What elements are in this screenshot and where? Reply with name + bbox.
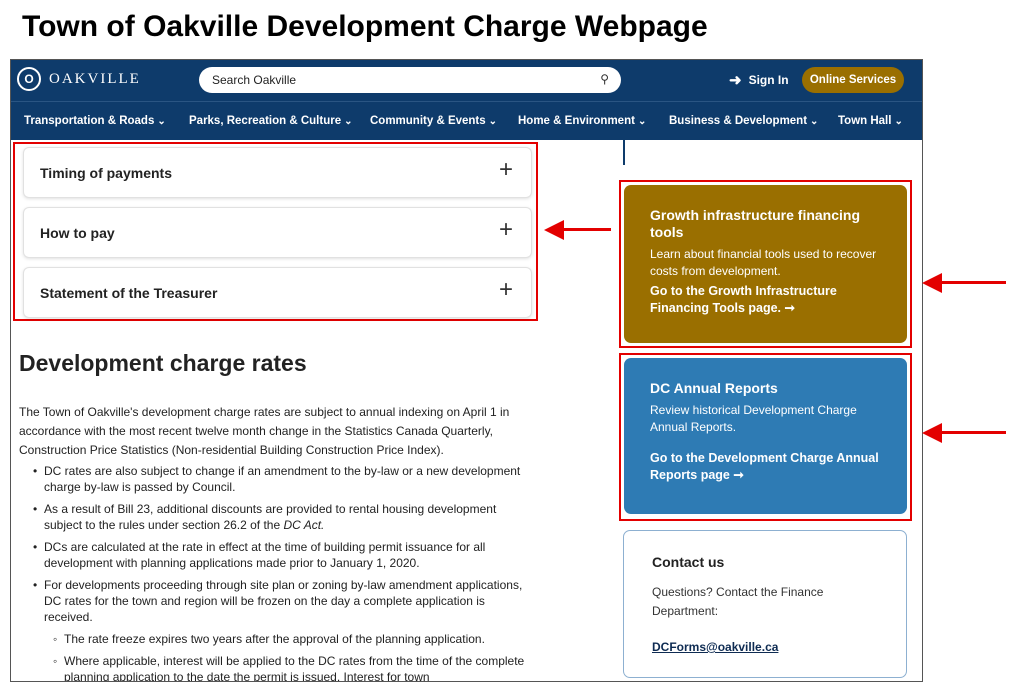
nav-label: Parks, Recreation & Culture [189,115,342,127]
sign-in-icon: ➜ [729,72,742,89]
arrow-shaft [561,228,611,231]
annotation-box-accordion: Timing of payments + How to pay + Statem… [13,142,538,321]
chevron-down-icon: ⌄ [344,116,353,127]
accordion-label: Statement of the Treasurer [40,285,218,301]
sign-in-label: Sign In [748,73,789,87]
contact-text: Questions? Contact the Finance Departmen… [652,585,824,618]
plus-icon[interactable]: + [499,216,513,244]
online-services-button[interactable]: Online Services [802,67,904,93]
sub-list-item: The rate freeze expires two years after … [19,631,529,647]
nav-business[interactable]: Business & Development ⌄ [669,115,818,127]
page: Town of Oakville Development Charge Webp… [0,0,1010,682]
search-placeholder: Search Oakville [212,73,297,87]
accordion-how-to-pay[interactable]: How to pay + [23,207,532,258]
chevron-down-icon: ⌄ [157,116,166,127]
accordion-label: Timing of payments [40,165,172,181]
arrow-head [922,273,942,293]
dc-annual-reports-link[interactable]: Go to the Development Charge Annual Repo… [650,450,881,484]
list-item: For developments proceeding through site… [19,577,529,625]
nav-community[interactable]: Community & Events ⌄ [370,115,497,127]
search-input[interactable]: Search Oakville ⚲ [199,67,621,93]
annotation-box-growth-card: Growth infrastructure financing tools Le… [619,180,912,348]
card-title: DC Annual Reports [650,380,778,396]
nav-label: Home & Environment [518,115,635,127]
nav-home-environment[interactable]: Home & Environment ⌄ [518,115,646,127]
annotation-box-dc-card: DC Annual Reports Review historical Deve… [619,353,912,521]
contact-title: Contact us [652,554,725,570]
annotation-arrow-accordion [544,220,611,240]
growth-financing-link[interactable]: Go to the Growth Infrastructure Financin… [650,283,881,317]
search-icon[interactable]: ⚲ [600,72,609,86]
chevron-down-icon: ⌄ [637,116,647,127]
arrow-shaft [940,431,1006,434]
divider-line [623,140,625,165]
list-item: DC rates are also subject to change if a… [19,463,529,495]
dc-annual-reports-card[interactable]: DC Annual Reports Review historical Deve… [624,358,907,514]
nav-label: Town Hall [838,115,892,127]
sub-list-item: Where applicable, interest will be appli… [19,653,529,681]
list-item: DCs are calculated at the rate in effect… [19,539,529,571]
growth-financing-card[interactable]: Growth infrastructure financing tools Le… [624,185,907,343]
card-title: Growth infrastructure financing tools [650,207,861,240]
oak-leaf-icon: O [17,67,41,91]
arrow-shaft [940,281,1006,284]
contact-email-link[interactable]: DCForms@oakville.ca [652,640,778,654]
list-item: As a result of Bill 23, additional disco… [19,501,529,533]
card-description: Learn about financial tools used to reco… [650,247,877,278]
accordion-timing-of-payments[interactable]: Timing of payments + [23,147,532,198]
browser-screenshot: O OAKVILLE Search Oakville ⚲ ➜ Sign In O… [10,59,923,682]
nav-town-hall[interactable]: Town Hall ⌄ [838,115,903,127]
section-heading: Development charge rates [19,350,307,376]
nav-parks[interactable]: Parks, Recreation & Culture ⌄ [189,115,353,127]
chevron-down-icon: ⌄ [488,116,498,127]
intro-paragraph: The Town of Oakville's development charg… [19,405,510,457]
figure-caption: Town of Oakville Development Charge Webp… [22,10,708,43]
plus-icon[interactable]: + [499,156,513,184]
sign-in-link[interactable]: ➜ Sign In [729,71,789,89]
logo-text: OAKVILLE [49,70,141,87]
annotation-arrow-growth [922,273,1006,293]
bullet-list: DC rates are also subject to change if a… [19,463,529,681]
contact-us-card: Contact us Questions? Contact the Financ… [623,530,907,678]
plus-icon[interactable]: + [499,276,513,304]
oakville-logo[interactable]: O OAKVILLE [17,67,141,91]
chevron-down-icon: ⌄ [810,116,819,127]
main-nav: Transportation & Roads ⌄ Parks, Recreatio… [11,101,922,140]
site-header: O OAKVILLE Search Oakville ⚲ ➜ Sign In O… [11,60,922,101]
list-item-text: As a result of Bill 23, additional disco… [44,502,497,532]
chevron-down-icon: ⌄ [894,116,903,127]
nav-transportation[interactable]: Transportation & Roads ⌄ [24,115,166,127]
nav-label: Business & Development [669,115,808,127]
accordion-statement-of-treasurer[interactable]: Statement of the Treasurer + [23,267,532,318]
accordion-label: How to pay [40,225,115,241]
nav-label: Transportation & Roads [24,115,155,127]
card-description: Review historical Development Charge Ann… [650,403,857,434]
arrow-head [922,423,942,443]
annotation-arrow-dc [922,423,1006,443]
dc-act-italic: DC Act. [283,518,325,532]
nav-label: Community & Events [370,115,486,127]
